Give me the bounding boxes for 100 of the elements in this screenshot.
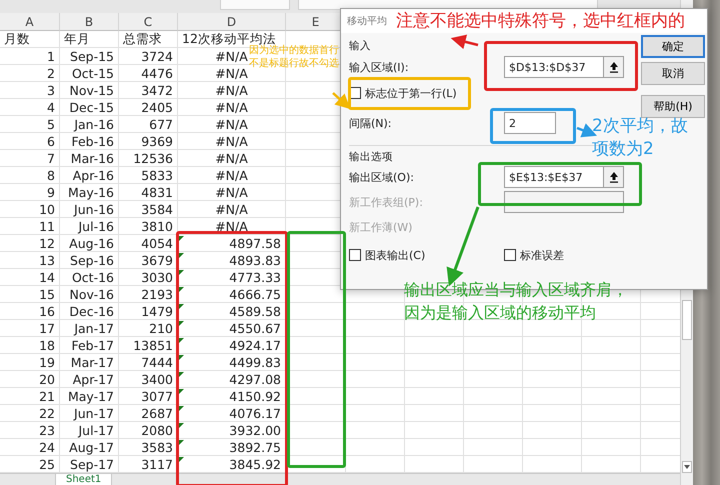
table-cell: 21	[39, 388, 55, 404]
table-cell: Apr-17	[72, 372, 114, 386]
table-cell: Oct-16	[72, 270, 114, 284]
scroll-down-button[interactable]	[682, 461, 692, 473]
table-cell: 年月	[64, 30, 90, 48]
table-cell: #N/A	[215, 134, 248, 148]
table-cell: 677	[149, 116, 173, 132]
table-cell: 4297.08	[229, 372, 281, 386]
range-field[interactable]: $E$13:$E$37	[504, 166, 604, 188]
table-cell: 3845.92	[229, 456, 281, 472]
table-cell: 22	[39, 406, 55, 420]
range-field[interactable]: $D$13:$D$37	[504, 56, 604, 78]
table-cell-text: 12次移动平均法	[182, 30, 276, 46]
table-cell: 12536	[133, 150, 173, 166]
table-cell: Sep-16	[70, 252, 114, 268]
column-header[interactable]: C	[119, 13, 178, 31]
table-cell: 4666.75	[229, 286, 281, 302]
table-cell: 17	[39, 320, 55, 336]
dialog-button[interactable]: 帮助(H)	[641, 95, 705, 118]
column-header[interactable]: A	[0, 13, 60, 31]
table-cell: Mar-17	[70, 354, 114, 370]
checkbox-label: 图表输出(C)	[365, 248, 426, 262]
column-header[interactable]: B	[60, 13, 119, 31]
annotation-text: 注意不能选中特殊符号，选中红框内的	[396, 10, 685, 32]
table-cell: Jul-17	[78, 422, 114, 438]
field-label: 输出区域(O):	[349, 170, 415, 184]
column-header[interactable]: D	[178, 13, 286, 31]
table-cell: 5	[47, 116, 55, 132]
table-cell: Dec-16	[69, 304, 114, 318]
table-cell: 3117	[141, 456, 173, 472]
checkbox[interactable]	[349, 249, 361, 261]
table-cell: #N/A	[215, 202, 248, 216]
table-cell: Mar-16	[70, 150, 114, 166]
table-cell: Dec-15	[69, 100, 114, 114]
table-cell: 4550.67	[229, 320, 281, 336]
scrollbar-thumb[interactable]	[682, 300, 692, 340]
table-cell: Jun-17	[74, 406, 114, 420]
error-indicator-icon	[179, 457, 184, 462]
table-cell: Aug-16	[69, 236, 114, 250]
field-label: 间隔(N):	[349, 116, 393, 130]
table-cell: 4499.83	[229, 354, 281, 370]
table-cell: 18	[39, 338, 55, 352]
table-cell: 3810	[141, 218, 173, 234]
table-cell: 4773.33	[229, 270, 281, 284]
table-cell: 4924.17	[229, 338, 281, 352]
table-cell: 8	[47, 168, 55, 182]
dialog-button[interactable]: 取消	[641, 62, 705, 85]
table-cell: 4897.58	[229, 236, 281, 250]
upload-arrow-icon	[608, 171, 618, 183]
table-cell: 5833	[141, 168, 173, 182]
table-cell: 7	[47, 150, 55, 166]
table-cell: 7444	[141, 354, 173, 370]
table-cell: #N/A	[215, 48, 248, 64]
table-cell: 3400	[141, 372, 173, 386]
table-cell: #N/A	[215, 168, 248, 182]
table-cell: Feb-16	[71, 134, 114, 148]
table-cell: 210	[149, 320, 173, 336]
table-cell: 3892.75	[229, 440, 281, 454]
table-cell: 20	[39, 372, 55, 386]
table-cell: 23	[39, 422, 55, 438]
table-cell: #N/A	[215, 66, 248, 80]
error-indicator-icon	[179, 423, 184, 428]
table-cell: 6	[47, 134, 55, 148]
table-cell: 12	[39, 236, 55, 250]
table-cell: 9	[47, 184, 55, 200]
table-cell: Nov-15	[70, 82, 114, 98]
annotation-text: 输出区域应当与输入区域齐肩，	[404, 279, 628, 301]
error-indicator-icon	[179, 321, 184, 326]
table-cell: #N/A	[215, 150, 248, 166]
table-cell: 月数	[4, 30, 30, 48]
error-indicator-icon	[179, 389, 184, 394]
collapse-dialog-button[interactable]	[604, 166, 624, 188]
table-cell: 11	[39, 218, 55, 234]
table-cell: 3584	[141, 202, 173, 216]
table-cell: #N/A	[215, 184, 248, 200]
annotation-text: 2次平均，故	[592, 115, 688, 138]
checkbox[interactable]	[504, 249, 516, 261]
dialog-title: 移动平均	[347, 15, 387, 28]
sheet-tab[interactable]: Sheet1	[55, 474, 112, 485]
range-field[interactable]: 2	[504, 112, 556, 134]
table-cell: Feb-17	[71, 338, 114, 352]
table-cell: 24	[39, 440, 55, 454]
table-cell: 2193	[141, 286, 173, 302]
table-cell: #N/A	[215, 218, 248, 234]
table-cell: 2687	[141, 406, 173, 420]
table-cell: 4150.92	[229, 388, 281, 404]
collapse-dialog-button[interactable]	[604, 56, 624, 78]
dialog-button[interactable]: 确定	[641, 35, 705, 58]
error-indicator-icon	[179, 406, 184, 411]
table-cell: #N/A	[215, 100, 248, 114]
table-cell: 13851	[133, 338, 173, 352]
annotation-text: 因为选中的数据首行	[249, 44, 339, 57]
table-cell: Apr-16	[72, 168, 114, 182]
table-cell: 4589.58	[229, 304, 281, 318]
table-cell: 10	[39, 202, 55, 216]
error-indicator-icon	[179, 338, 184, 343]
checkbox-label: 标志位于第一行(L)	[365, 86, 457, 100]
table-cell: 16	[39, 304, 55, 318]
table-cell: 3	[47, 82, 55, 98]
table-cell: 4	[47, 100, 55, 114]
